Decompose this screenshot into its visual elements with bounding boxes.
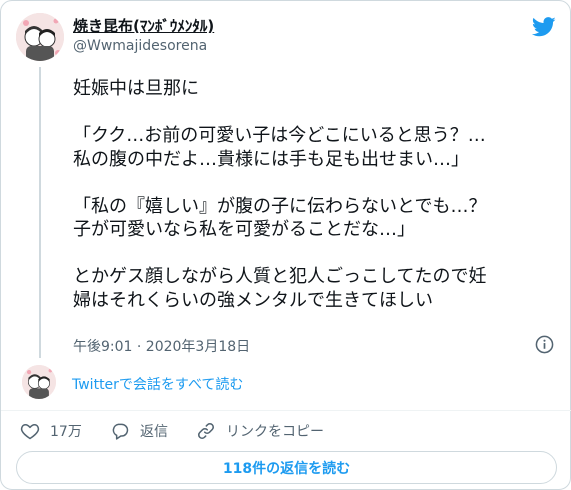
like-button[interactable]: 17万: [20, 421, 82, 441]
avatar-small[interactable]: [22, 365, 56, 399]
reply-button[interactable]: 返信: [110, 421, 168, 441]
like-count: 17万: [50, 424, 82, 440]
avatar-small-illustration: [22, 365, 56, 399]
reply-label: 返信: [140, 424, 168, 440]
avatar[interactable]: [16, 13, 64, 61]
avatar-illustration: [16, 13, 64, 61]
username[interactable]: @Wwmajidesorena: [73, 38, 207, 54]
reply-bubble-icon: [112, 423, 129, 440]
display-name[interactable]: 焼き昆布(ﾏﾝﾎﾞｳﾒﾝﾀﾙ): [73, 15, 214, 36]
info-icon[interactable]: [535, 335, 554, 354]
copy-link-button[interactable]: リンクをコピー: [196, 421, 324, 441]
link-icon: [198, 423, 214, 439]
read-replies-label: 118件の返信を読む: [222, 460, 351, 477]
tweet-text: 妊娠中は旦那に 「クク…お前の可愛い子は今どこにいると思う？… 私の腹の中だよ……: [73, 78, 487, 311]
copy-link-label: リンクをコピー: [226, 424, 324, 440]
thread-line: [39, 67, 41, 358]
heart-icon: [20, 424, 40, 440]
tweet-timestamp[interactable]: 午後9:01 · 2020年3月18日: [73, 336, 250, 356]
twitter-bird-icon[interactable]: [532, 17, 556, 37]
divider: [1, 410, 571, 411]
read-conversation-link[interactable]: Twitterで会話をすべて読む: [72, 374, 243, 394]
tweet-card: 焼き昆布(ﾏﾝﾎﾞｳﾒﾝﾀﾙ) @Wwmajidesorena 妊娠中は旦那に …: [0, 0, 571, 490]
read-replies-button[interactable]: 118件の返信を読む: [16, 451, 557, 484]
